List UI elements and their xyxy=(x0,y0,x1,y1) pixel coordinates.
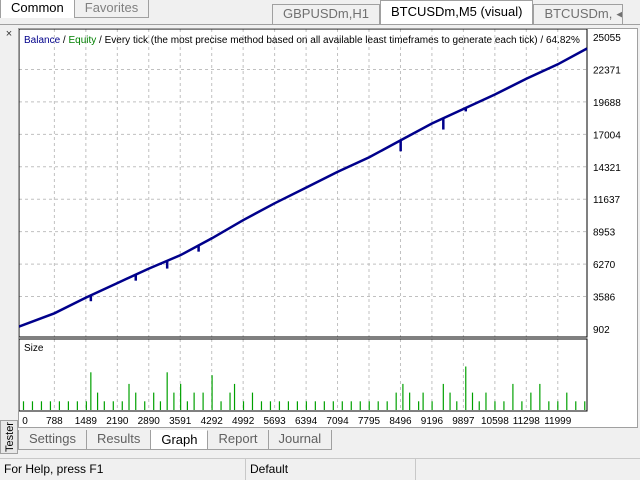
y-tick-label: 14321 xyxy=(593,163,621,174)
balance-line xyxy=(19,47,588,328)
y-tick-label: 6270 xyxy=(593,260,616,271)
x-tick-label: 2190 xyxy=(106,416,129,427)
close-panel-icon[interactable]: × xyxy=(2,28,16,42)
tester-label: Tester xyxy=(3,422,16,452)
chart-tab-btcusdm-visual[interactable]: BTCUSDm,M5 (visual) xyxy=(379,0,534,24)
x-axis-labels: 0 788 1489 2190 2890 3591 4292 4992 5693 6394 7094… xyxy=(22,416,572,427)
legend-sep-3: / xyxy=(538,35,546,46)
x-tick-label: 3591 xyxy=(169,416,192,427)
x-tick-label: 9196 xyxy=(421,416,444,427)
x-tick-label: 11999 xyxy=(544,416,572,427)
x-tick-label: 11298 xyxy=(513,416,541,427)
grid xyxy=(19,29,587,411)
size-plot-frame xyxy=(19,338,588,412)
chart-legend: Balance / Equity / Every tick (the most … xyxy=(24,35,580,46)
x-tick-label: 7094 xyxy=(326,416,349,427)
tab-scroll-icon[interactable]: ◂ xyxy=(616,6,622,21)
y-tick-label: 19688 xyxy=(593,98,621,109)
chart-tab-gbpusdm[interactable]: GBPUSDm,H1 xyxy=(272,4,380,24)
y-tick-label: 22371 xyxy=(593,65,621,76)
size-label: Size xyxy=(24,343,44,354)
x-tick-label: 788 xyxy=(46,416,63,427)
x-tick-label: 10598 xyxy=(481,416,509,427)
x-tick-label: 0 xyxy=(22,416,28,427)
status-help: For Help, press F1 xyxy=(0,459,246,480)
legend-sep-1: / xyxy=(60,35,68,46)
status-empty xyxy=(416,459,640,480)
chart-tab-btcusdm[interactable]: BTCUSDm, ◂ xyxy=(533,4,624,24)
size-bars xyxy=(22,366,586,410)
legend-description: Every tick (the most precise method base… xyxy=(105,35,538,46)
y-axis-labels: 25055 22371 19688 17004 14321 11637 8953 6270 35… xyxy=(593,33,621,336)
legend-equity: Equity xyxy=(68,35,96,46)
chart-tab-btcusdm-label: BTCUSDm, xyxy=(544,6,613,21)
balance-chart: 25055 22371 19688 17004 14321 11637 8953 6270 35… xyxy=(19,29,621,427)
tester-tabs: Settings Results Graph Report Journal xyxy=(18,430,333,450)
tab-graph[interactable]: Graph xyxy=(151,430,209,450)
y-tick-label: 11637 xyxy=(593,195,621,206)
y-tick-label: 25055 xyxy=(593,33,621,44)
x-tick-label: 6394 xyxy=(295,416,318,427)
y-tick-label: 3586 xyxy=(593,293,616,304)
legend-percent: 64.82% xyxy=(546,35,580,46)
top-left-tabs: Common Favorites xyxy=(0,0,160,18)
x-tick-label: 9897 xyxy=(452,416,475,427)
main-plot-frame xyxy=(19,29,588,338)
legend-sep-2: / xyxy=(96,35,104,46)
x-tick-label: 8496 xyxy=(389,416,412,427)
x-tick-label: 5693 xyxy=(263,416,286,427)
tester-graph: 25055 22371 19688 17004 14321 11637 8953 6270 35… xyxy=(18,28,638,428)
x-tick-label: 4292 xyxy=(201,416,224,427)
x-tick-label: 1489 xyxy=(75,416,98,427)
tab-report[interactable]: Report xyxy=(208,430,269,450)
y-tick-label: 17004 xyxy=(593,130,621,141)
tab-common[interactable]: Common xyxy=(0,0,75,18)
y-tick-label: 902 xyxy=(593,325,610,336)
tab-results[interactable]: Results xyxy=(86,430,152,450)
tab-favorites[interactable]: Favorites xyxy=(74,0,150,18)
x-tick-label: 2890 xyxy=(138,416,161,427)
status-profile: Default xyxy=(246,459,416,480)
tab-journal[interactable]: Journal xyxy=(268,430,333,450)
x-tick-label: 7795 xyxy=(358,416,381,427)
legend-balance: Balance xyxy=(24,35,61,46)
y-tick-label: 8953 xyxy=(593,228,616,239)
tester-side-label: Tester xyxy=(0,420,18,454)
tab-settings[interactable]: Settings xyxy=(18,430,87,450)
chart-window-tabs: GBPUSDm,H1 BTCUSDm,M5 (visual) BTCUSDm, ◂ xyxy=(272,0,640,24)
x-tick-label: 4992 xyxy=(232,416,255,427)
status-bar: For Help, press F1 Default xyxy=(0,458,640,480)
